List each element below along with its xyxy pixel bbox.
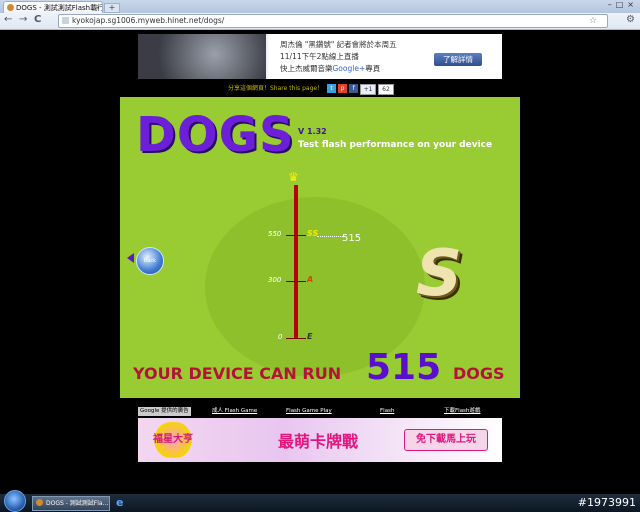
score-pointer-line	[317, 236, 343, 237]
share-row: 分享這個網頁！Share this page！ t p f +1 62	[228, 84, 394, 95]
ad-line-3-post: 專頁	[365, 64, 381, 73]
ie-icon[interactable]: e	[116, 496, 123, 509]
share-label: 分享這個網頁！Share this page！	[228, 85, 324, 92]
ad-title: 最萌卡牌戰	[278, 432, 359, 451]
game-title: DOGS	[136, 107, 295, 163]
facebook-icon[interactable]: f	[349, 84, 358, 93]
game-tagline: Test flash performance on your device	[298, 140, 493, 150]
result-prefix: YOUR DEVICE CAN RUN	[133, 364, 342, 383]
new-tab-button[interactable]: +	[104, 3, 120, 13]
wrench-icon[interactable]: ⚙	[626, 14, 635, 25]
play-now-button[interactable]: 免下載馬上玩	[404, 429, 488, 451]
tray-text: #1973991	[577, 496, 636, 509]
gauge-tick	[286, 281, 306, 282]
gauge-grade: A	[307, 275, 314, 284]
plus-one-button[interactable]: +1	[360, 84, 376, 95]
score-gauge	[294, 185, 298, 339]
crown-icon: ♛	[288, 170, 299, 184]
tab-title: DOGS - 測試測試Flash載行	[16, 4, 103, 12]
forward-arrow-icon[interactable]: →	[19, 14, 27, 25]
ad-link[interactable]: Flash	[380, 407, 394, 416]
grade-badge: S	[416, 237, 463, 311]
chrome-icon	[36, 499, 43, 506]
reload-icon[interactable]: C	[34, 14, 41, 25]
twitter-icon[interactable]: t	[327, 84, 336, 93]
url-text: kyokojap.sg1006.myweb.hinet.net/dogs/	[72, 16, 225, 25]
address-bar[interactable]: kyokojap.sg1006.myweb.hinet.net/dogs/ ☆	[58, 14, 608, 28]
ad-link[interactable]: 下載Flash遊戲	[444, 407, 480, 416]
browser-toolbar: ← → C kyokojap.sg1006.myweb.hinet.net/do…	[0, 13, 640, 30]
learn-more-button[interactable]: 了解詳情	[434, 53, 482, 66]
gauge-label: 550	[268, 230, 282, 238]
ad-line-3-pre: 快上杰威爾音樂	[280, 64, 333, 73]
flash-game[interactable]: DOGS V 1.32 Test flash performance on yo…	[120, 97, 520, 398]
plurk-icon[interactable]: p	[338, 84, 347, 93]
tab-bar: DOGS - 測試測試Flash載行 × + –□×	[0, 0, 640, 14]
result-suffix: DOGS	[453, 364, 505, 383]
top-banner-ad[interactable]: 周杰倫 "黑鑽號" 記者會將於本周五 11/11下午2點線上直播 快上杰威爾音樂…	[138, 34, 502, 79]
back-arrow-icon[interactable]: ←	[4, 14, 12, 25]
taskbar-item[interactable]: DOGS - 測試測試Fla...	[32, 496, 110, 511]
google-plus-logo: Google+	[332, 64, 366, 73]
back-triangle-icon[interactable]	[127, 253, 134, 263]
gauge-tick	[286, 235, 306, 236]
favicon-icon	[7, 4, 14, 11]
ad-link[interactable]: Flash Game Play	[286, 407, 332, 416]
ad-line-1: 周杰倫 "黑鑽號" 記者會將於本周五	[280, 40, 397, 49]
start-button[interactable]	[4, 490, 26, 512]
gauge-tick	[286, 338, 306, 339]
ad-line-2: 11/11下午2點線上直播	[280, 52, 359, 61]
ad-link-row: Google 提供的廣告 成人 Flash Game Flash Game Pl…	[138, 407, 502, 416]
ad-line-3: 快上杰威爾音樂Google+專頁	[280, 63, 397, 75]
gauge-label: 0	[278, 333, 283, 341]
plus-one-count: 62	[378, 84, 394, 95]
ad-artwork-image	[138, 34, 266, 79]
result-value: 515	[366, 347, 442, 388]
google-ads-label: Google 提供的廣告	[138, 407, 191, 416]
game-version: V 1.32	[298, 127, 327, 136]
gauge-grade: E	[307, 332, 313, 341]
taskbar-item-label: DOGS - 測試測試Fla...	[46, 500, 109, 507]
ad-link[interactable]: 成人 Flash Game	[212, 407, 257, 416]
game-logo: 福星大亨	[148, 422, 198, 458]
taskbar: DOGS - 測試測試Fla... e #1973991	[0, 490, 640, 512]
back-button[interactable]: Back	[136, 247, 164, 275]
gauge-label: 300	[268, 276, 282, 284]
bookmark-star-icon[interactable]: ☆	[589, 15, 597, 27]
ad-text: 周杰倫 "黑鑽號" 記者會將於本周五 11/11下午2點線上直播 快上杰威爾音樂…	[280, 39, 397, 75]
window-controls[interactable]: –□×	[608, 0, 638, 9]
page-icon	[62, 17, 69, 24]
bottom-banner-ad[interactable]: 福星大亨 最萌卡牌戰 免下載馬上玩	[138, 418, 502, 462]
score-pointer-value: 515	[342, 233, 362, 244]
